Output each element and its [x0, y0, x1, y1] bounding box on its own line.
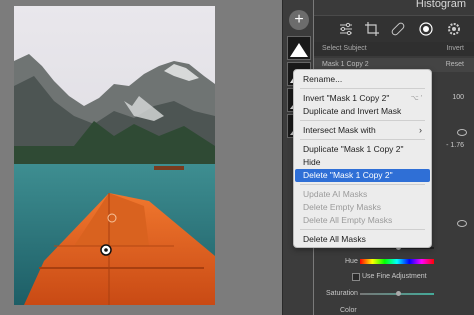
menu-separator — [300, 88, 425, 89]
mask-icon[interactable] — [418, 21, 434, 37]
menu-item-hide[interactable]: Hide — [295, 156, 430, 169]
crop-icon[interactable] — [364, 21, 380, 37]
menu-item-update-ai-masks: Update AI Masks — [303, 189, 368, 199]
menu-item-delete-all-empty-masks: Delete All Empty Masks — [303, 215, 393, 225]
menu-item-rename[interactable]: Rename... — [295, 73, 430, 86]
gear-icon[interactable] — [446, 21, 462, 37]
fine-adjust-label: Use Fine Adjustment — [362, 273, 427, 280]
mask-name: Mask 1 Copy 2 — [322, 61, 369, 68]
eye-icon-color[interactable] — [457, 220, 467, 227]
mask-context-menu: Rename... Invert "Mask 1 Copy 2" ⌥ ′ Dupl… — [293, 69, 432, 248]
add-mask-button[interactable]: + — [289, 10, 309, 30]
adjust-value: - 1.76 — [446, 142, 464, 149]
color-label: Color — [340, 307, 357, 314]
mask-options-bar: Select Subject Invert — [314, 42, 474, 56]
saturation-label: Saturation — [326, 290, 358, 297]
edited-photo — [14, 6, 215, 305]
menu-item-delete-all-masks[interactable]: Delete All Masks — [295, 233, 430, 246]
menu-separator — [300, 229, 425, 230]
menu-item-delete-empty-masks: Delete Empty Masks — [303, 202, 381, 212]
amount-value: 100 — [452, 94, 464, 101]
chevron-right-icon: › — [419, 125, 422, 135]
menu-item-intersect[interactable]: Intersect Mask with › — [295, 124, 430, 137]
mask-thumbnail-1[interactable] — [287, 36, 311, 60]
menu-separator — [300, 184, 425, 185]
hue-slider[interactable] — [360, 259, 434, 264]
menu-item-duplicate[interactable]: Duplicate "Mask 1 Copy 2" — [295, 143, 430, 156]
menu-separator — [300, 120, 425, 121]
menu-separator — [300, 139, 425, 140]
menu-item-invert[interactable]: Invert "Mask 1 Copy 2" ⌥ ′ — [295, 92, 430, 105]
photo-canvas[interactable] — [0, 0, 282, 315]
eye-icon[interactable] — [457, 129, 467, 136]
saturation-slider[interactable] — [360, 291, 434, 296]
select-subject-label[interactable]: Select Subject — [322, 45, 367, 52]
reset-button[interactable]: Reset — [446, 61, 464, 68]
healing-icon[interactable] — [390, 21, 406, 37]
panel-title: Histogram — [415, 0, 466, 10]
tool-strip — [314, 15, 474, 43]
fine-adjust-checkbox[interactable] — [352, 273, 360, 281]
menu-item-delete-mask[interactable]: Delete "Mask 1 Copy 2" — [295, 169, 430, 182]
menu-item-duplicate-invert[interactable]: Duplicate and Invert Mask — [295, 105, 430, 118]
sliders-icon[interactable] — [338, 21, 354, 37]
invert-label[interactable]: Invert — [446, 45, 464, 52]
hue-label: Hue — [345, 258, 358, 265]
